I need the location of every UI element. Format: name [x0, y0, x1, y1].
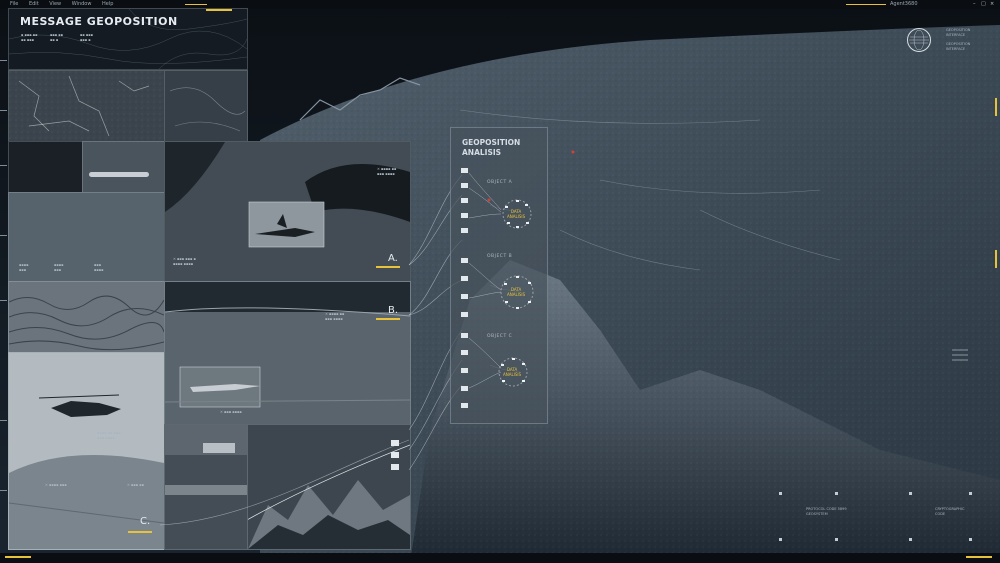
geoposition-panel: GEOPOSITION ANALISIS OBJECT A OBJECT B O… — [450, 127, 548, 424]
footer-label-1b: GEOSYSTEM — [806, 511, 828, 516]
object-c-tag-line2: ANALISIS — [503, 371, 522, 377]
bottom-accent-line-right — [966, 556, 992, 558]
object-b-tag-line2: ANALISIS — [507, 291, 526, 297]
hud-label-2: GEOPOSITION INTERFACE — [946, 42, 970, 51]
hud-globe-lines — [909, 29, 929, 51]
footer-label-2b: CODE — [935, 511, 946, 516]
footer-label-1: PROTOCOL CODE 5899 GEOSYSTEM — [806, 507, 847, 516]
bottom-accent-line — [5, 556, 31, 558]
right-edge-accent — [995, 98, 997, 116]
hud-label-1b: INTERFACE — [946, 32, 966, 37]
footer-label-2a: CRYPTOGRAPHIC — [935, 507, 965, 511]
hud-globe-icon[interactable] — [907, 28, 931, 52]
geo-panel-graphics — [461, 168, 534, 408]
right-edge-accent — [995, 250, 997, 268]
corner-markers — [779, 492, 972, 541]
object-b-tag: DATA ANALISIS — [507, 287, 526, 297]
footer-label-2: CRYPTOGRAPHIC CODE — [935, 507, 964, 516]
hud-label-1: GEOPOSITION INTERFACE — [946, 28, 970, 37]
hud-label-2b: INTERFACE — [946, 46, 966, 51]
hud-label-2a: GEOPOSITION — [946, 42, 971, 46]
bottom-bar — [0, 553, 1000, 563]
crosshair-icon — [952, 349, 968, 361]
object-c-tag: DATA ANALISIS — [503, 367, 522, 377]
object-a-tag-line2: ANALISIS — [507, 213, 526, 219]
hud-label-1a: GEOPOSITION — [946, 28, 971, 32]
footer-label-1a: PROTOCOL CODE 5899 — [806, 507, 847, 511]
object-a-tag: DATA ANALISIS — [507, 209, 526, 219]
